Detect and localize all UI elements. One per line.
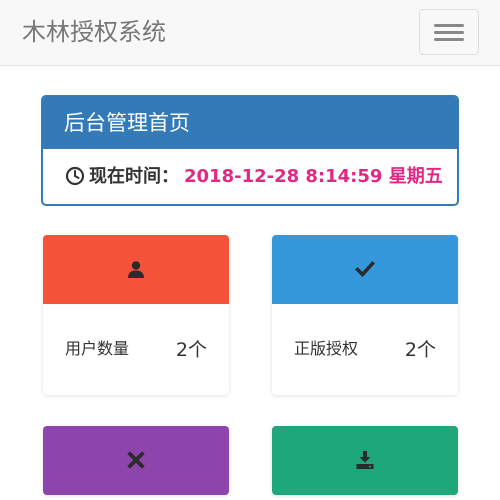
dashboard-panel: 后台管理首页 现在时间： 2018-12-28 8:14:59 星期五 [41, 95, 459, 206]
stat-card-downloads[interactable] [272, 426, 458, 495]
panel-title: 后台管理首页 [43, 97, 457, 149]
card-header [272, 235, 458, 304]
stat-card-users[interactable]: 用户数量 2个 [43, 235, 229, 395]
card-body: 用户数量 2个 [43, 304, 229, 395]
card-label: 正版授权 [294, 339, 359, 358]
card-count: 2个 [404, 339, 436, 361]
card-count: 2个 [175, 339, 207, 361]
navbar: 木林授权系统 [0, 0, 500, 66]
current-time-value: 2018-12-28 8:14:59 星期五 [184, 166, 443, 187]
stat-card-revoked[interactable] [43, 426, 229, 495]
download-icon [356, 451, 374, 469]
close-icon [127, 451, 145, 469]
stat-card-authorized[interactable]: 正版授权 2个 [272, 235, 458, 395]
user-icon [128, 261, 144, 278]
card-body: 正版授权 2个 [272, 304, 458, 395]
card-header [43, 426, 229, 495]
current-time-label: 现在时间： [89, 166, 179, 187]
menu-toggle-button[interactable] [419, 9, 479, 55]
brand-title[interactable]: 木林授权系统 [22, 15, 166, 49]
card-header [272, 426, 458, 495]
checkmark-icon [355, 260, 375, 278]
clock-icon [65, 166, 85, 186]
panel-body: 现在时间： 2018-12-28 8:14:59 星期五 [43, 149, 457, 204]
card-header [43, 235, 229, 304]
card-label: 用户数量 [65, 339, 130, 358]
